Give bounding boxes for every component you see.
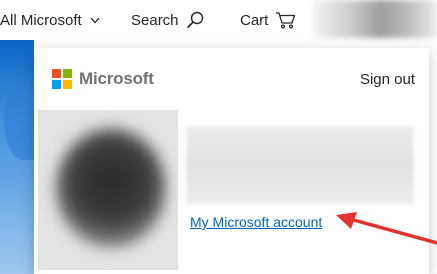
search-button[interactable]: Search <box>131 9 204 31</box>
chevron-down-icon <box>90 17 100 23</box>
microsoft-logo: Microsoft <box>52 69 154 89</box>
top-navigation-bar: All Microsoft Search Cart <box>0 0 437 40</box>
microsoft-brand-text: Microsoft <box>79 69 154 88</box>
my-microsoft-account-link[interactable]: My Microsoft account <box>190 214 322 230</box>
account-name-blurred <box>186 126 414 204</box>
logo-square-green <box>63 69 72 78</box>
avatar <box>38 110 178 270</box>
search-label: Search <box>131 11 179 29</box>
cart-icon <box>276 12 296 29</box>
microsoft-logo-icon <box>52 69 72 89</box>
logo-square-blue <box>52 80 61 89</box>
sign-out-link[interactable]: Sign out <box>360 71 415 88</box>
all-microsoft-menu[interactable]: All Microsoft <box>0 9 100 31</box>
logo-square-yellow <box>63 80 72 89</box>
cart-button[interactable]: Cart <box>240 9 296 31</box>
logo-square-red <box>52 69 61 78</box>
profile-picture-blurred[interactable] <box>312 0 437 38</box>
account-dropdown-panel: Microsoft Sign out My Microsoft account <box>34 48 429 274</box>
all-microsoft-label: All Microsoft <box>0 11 82 29</box>
search-icon <box>186 11 203 29</box>
cart-label: Cart <box>240 11 269 29</box>
page-background-hero <box>0 40 34 274</box>
